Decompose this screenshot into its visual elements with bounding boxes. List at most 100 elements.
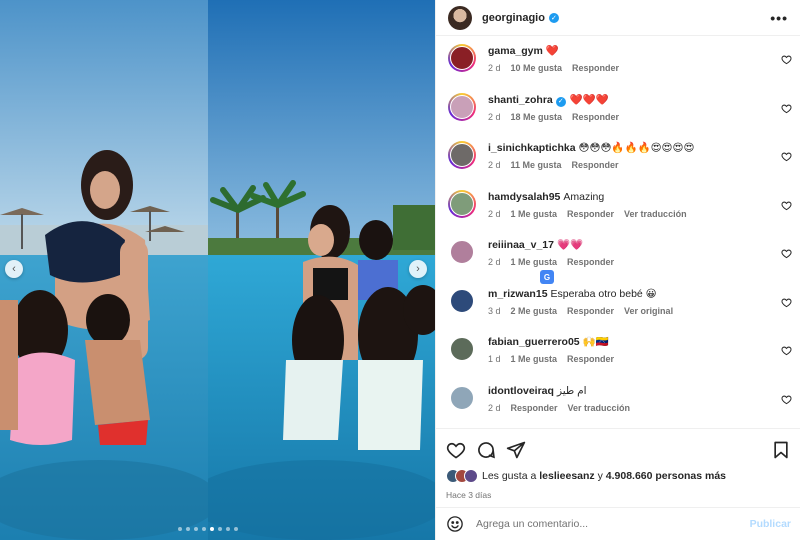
comment-item: fabian_guerrero05 🙌🇻🇪 1 d 1 Me gusta Respon… — [436, 327, 800, 376]
comment-item: idontloveiraq ام طيز 2 d Responder Ver trad… — [436, 376, 800, 425]
comment-username[interactable]: m_rizwan15 — [488, 288, 548, 300]
comment-item: shanti_zohra ✓ ❤️❤️❤️ 2 d 18 Me gusta Respon… — [436, 85, 800, 134]
comment-item: gama_gym ❤️ 2 d 10 Me gusta Responder — [436, 36, 800, 85]
avatar[interactable] — [448, 92, 476, 121]
comment-time[interactable]: 2 d — [488, 257, 501, 267]
post-media[interactable]: ‹ › — [0, 0, 435, 540]
reply-button[interactable]: Responder — [572, 160, 619, 170]
comment-composer: Publicar — [436, 507, 800, 540]
avatar[interactable] — [448, 44, 476, 72]
carousel-next-button[interactable]: › — [409, 260, 427, 278]
comment-text: Amazing — [563, 190, 605, 203]
likes-count-link[interactable]: 4.908.660 personas más — [606, 470, 726, 482]
comment-time[interactable]: 1 d — [488, 354, 501, 364]
like-comment-heart-icon[interactable] — [781, 200, 792, 211]
comment-item: i_sinichkaptichka 😳😳😳🔥🔥🔥😍😍😍😍 2 d 11 Me gus… — [436, 133, 800, 182]
comment-likes[interactable]: 18 Me gusta — [511, 112, 563, 122]
comment-likes[interactable]: 1 Me gusta — [511, 257, 558, 267]
liked-by-avatars[interactable] — [446, 469, 478, 483]
comment-time[interactable]: 2 d — [488, 63, 501, 73]
post-header: georginagio ✓ ••• — [436, 0, 800, 36]
comment-username[interactable]: fabian_guerrero05 — [488, 336, 580, 348]
like-comment-heart-icon[interactable] — [781, 248, 792, 259]
heart-icon[interactable] — [446, 440, 466, 460]
publish-button[interactable]: Publicar — [750, 518, 791, 530]
reply-button[interactable]: Responder — [511, 403, 558, 413]
comment-time[interactable]: 2 d — [488, 112, 501, 122]
chevron-right-icon: › — [416, 263, 420, 275]
avatar[interactable] — [448, 238, 476, 266]
post-actions: Les gusta a leslieesanz y 4.908.660 pers… — [436, 428, 800, 500]
comment-likes[interactable]: 11 Me gusta — [511, 160, 562, 170]
comment-text: ❤️❤️❤️ — [569, 93, 609, 106]
comment-input[interactable] — [476, 518, 742, 530]
bookmark-icon[interactable] — [771, 440, 791, 460]
like-comment-heart-icon[interactable] — [781, 54, 792, 65]
avatar-image — [450, 46, 474, 70]
avatar[interactable] — [448, 189, 476, 218]
comment-time[interactable]: 2 d — [488, 403, 501, 413]
likes-summary: Les gusta a leslieesanz y 4.908.660 pers… — [446, 469, 791, 483]
chevron-left-icon: ‹ — [12, 263, 16, 275]
like-comment-heart-icon[interactable] — [781, 394, 792, 405]
carousel-dot — [186, 527, 190, 531]
reply-button[interactable]: Responder — [572, 112, 619, 122]
avatar-image — [450, 385, 474, 410]
verified-badge-icon: ✓ — [548, 12, 559, 23]
owner-avatar[interactable] — [448, 5, 472, 30]
more-options-button[interactable]: ••• — [770, 10, 788, 26]
translate-icon[interactable]: G — [540, 270, 554, 284]
comment-item: hamdysalah95 Amazing 2 d 1 Me gusta Respond… — [436, 182, 800, 231]
post-timestamp[interactable]: Hace 3 días — [446, 490, 791, 500]
comment-likes[interactable]: 10 Me gusta — [511, 63, 563, 73]
reply-button[interactable]: Responder — [567, 306, 614, 316]
avatar[interactable] — [448, 335, 476, 363]
comment-username[interactable]: hamdysalah95 — [488, 191, 560, 203]
avatar[interactable] — [448, 287, 476, 315]
avatar-image — [450, 240, 474, 264]
avatar-image — [450, 94, 474, 119]
liked-by-user-link[interactable]: leslieesanz — [539, 470, 594, 482]
comments-list[interactable]: gama_gym ❤️ 2 d 10 Me gusta Responder shant… — [436, 36, 800, 428]
carousel-prev-button[interactable]: ‹ — [5, 260, 23, 278]
comment-time[interactable]: 2 d — [488, 160, 501, 170]
verified-badge-icon: ✓ — [555, 96, 566, 107]
translation-link[interactable]: Ver original — [624, 306, 673, 316]
translation-link[interactable]: Ver traducción — [624, 209, 687, 219]
carousel-dot — [218, 527, 222, 531]
emoji-icon[interactable] — [446, 515, 464, 533]
avatar — [464, 469, 478, 483]
like-comment-heart-icon[interactable] — [781, 151, 792, 162]
carousel-dot — [226, 527, 230, 531]
comment-likes[interactable]: 2 Me gusta — [511, 306, 558, 316]
comment-time[interactable]: 3 d — [488, 306, 501, 316]
comment-username[interactable]: idontloveiraq — [488, 385, 554, 397]
comment-username[interactable]: shanti_zohra — [488, 94, 553, 106]
owner-username[interactable]: georginagio — [482, 12, 545, 24]
like-comment-heart-icon[interactable] — [781, 297, 792, 308]
comment-username[interactable]: reiiinaa_v_17 — [488, 239, 554, 251]
carousel-indicator — [178, 527, 238, 531]
like-comment-heart-icon[interactable] — [781, 103, 792, 114]
comment-likes[interactable]: 1 Me gusta — [511, 209, 558, 219]
comment-item: m_rizwan15 Esperaba otro bebé 😀 3 d 2 Me g… — [436, 279, 800, 328]
avatar[interactable] — [448, 141, 476, 169]
comment-text: ام طيز — [556, 384, 587, 397]
reply-button[interactable]: Responder — [567, 209, 614, 219]
comment-text: 😳😳😳🔥🔥🔥😍😍😍😍 — [578, 142, 695, 154]
reply-button[interactable]: Responder — [572, 63, 619, 73]
reply-button[interactable]: Responder — [567, 257, 614, 267]
comment-time[interactable]: 2 d — [488, 209, 501, 219]
comment-icon[interactable] — [476, 440, 496, 460]
comment-text: 🙌🇻🇪 — [582, 336, 609, 348]
reply-button[interactable]: Responder — [567, 354, 614, 364]
share-icon[interactable] — [506, 440, 526, 460]
like-comment-heart-icon[interactable] — [781, 345, 792, 356]
avatar[interactable] — [448, 384, 476, 412]
comment-username[interactable]: gama_gym — [488, 45, 543, 57]
comment-username[interactable]: i_sinichkaptichka — [488, 142, 576, 154]
avatar-image — [450, 191, 474, 216]
comment-likes[interactable]: 1 Me gusta — [511, 354, 558, 364]
translation-link[interactable]: Ver traducción — [568, 403, 631, 413]
post-side-panel: georginagio ✓ ••• gama_gym ❤️ 2 d 10 Me gu… — [435, 0, 800, 540]
